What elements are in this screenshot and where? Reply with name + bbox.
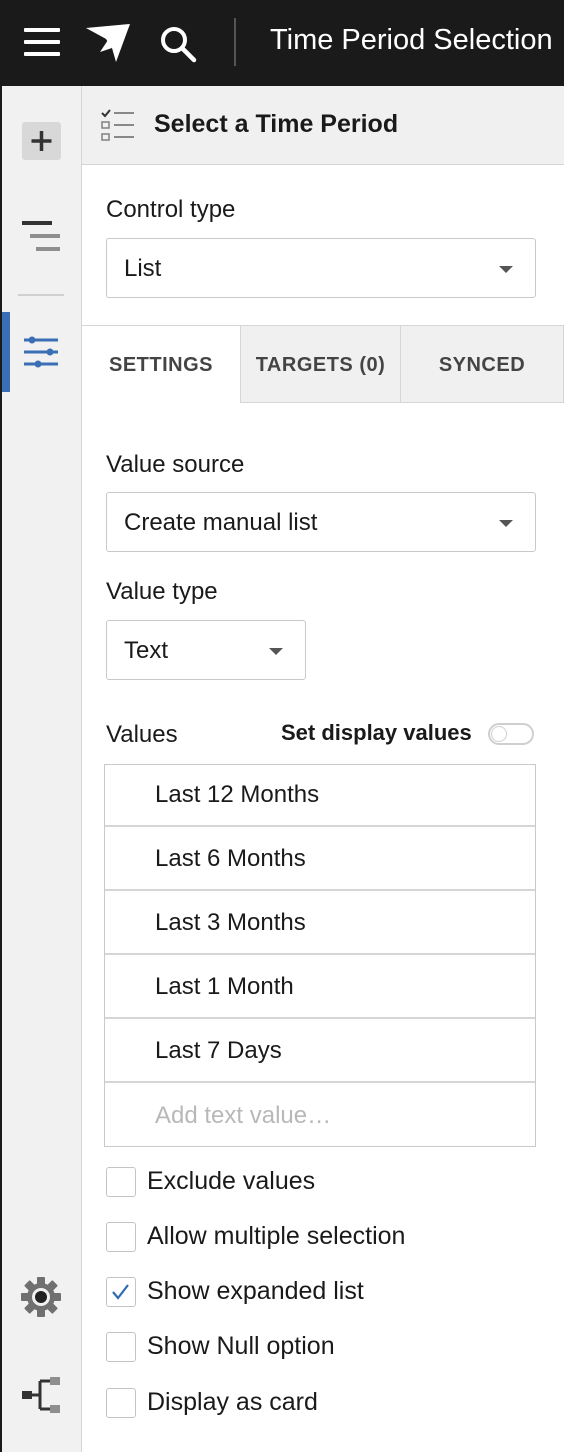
checkmark-icon: [112, 1284, 129, 1300]
top-bar: Time Period Selection: [0, 0, 564, 86]
control-type-label: Control type: [106, 196, 236, 223]
checkbox-label: Show Null option: [147, 1332, 335, 1360]
add-element-button[interactable]: [22, 122, 61, 160]
list-control-icon: [100, 108, 136, 142]
page-title: Time Period Selection: [270, 24, 553, 56]
tab-synced[interactable]: SYNCED: [401, 325, 564, 403]
tab-bar: SETTINGS TARGETS (0) SYNCED: [82, 325, 564, 403]
set-display-values-toggle[interactable]: [488, 723, 534, 745]
checkbox[interactable]: [106, 1277, 136, 1307]
checkbox-label: Show expanded list: [147, 1277, 364, 1305]
list-item[interactable]: Last 6 Months: [105, 829, 535, 891]
checkbox[interactable]: [106, 1167, 136, 1197]
list-item[interactable]: Last 7 Days: [105, 1021, 535, 1083]
add-icon: [31, 131, 52, 151]
lineage-icon[interactable]: [22, 1376, 64, 1414]
control-type-value: List: [124, 255, 162, 282]
values-label: Values: [106, 721, 178, 748]
checkbox[interactable]: [106, 1332, 136, 1362]
values-list: Last 12 Months Last 6 Months Last 3 Mont…: [104, 764, 536, 1147]
value-type-select[interactable]: Text: [106, 620, 306, 680]
checkbox-label: Allow multiple selection: [147, 1222, 406, 1250]
checkbox[interactable]: [106, 1388, 136, 1418]
list-item[interactable]: Last 12 Months: [105, 765, 535, 827]
topbar-divider: [234, 18, 236, 66]
chevron-down-icon: [499, 520, 513, 527]
search-icon[interactable]: [158, 24, 198, 64]
hamburger-icon[interactable]: [24, 26, 60, 58]
tab-targets[interactable]: TARGETS (0): [241, 325, 401, 403]
chevron-down-icon: [269, 648, 283, 655]
value-source-value: Create manual list: [124, 509, 318, 536]
checkbox-label: Exclude values: [147, 1167, 316, 1195]
toggle-knob: [491, 726, 507, 742]
panel-header: Select a Time Period: [82, 86, 564, 165]
logo-icon[interactable]: [86, 22, 132, 64]
list-item-text: Last 7 Days: [155, 1037, 282, 1064]
checkbox-label: Display as card: [147, 1388, 318, 1416]
control-type-select[interactable]: List: [106, 238, 536, 298]
active-indicator: [2, 312, 10, 392]
value-source-label: Value source: [106, 451, 245, 478]
gear-icon[interactable]: [20, 1276, 62, 1318]
value-type-label: Value type: [106, 578, 218, 605]
list-item-text: Last 1 Month: [155, 973, 294, 1000]
tab-settings[interactable]: SETTINGS: [82, 325, 241, 403]
add-text-value-input[interactable]: [105, 1085, 535, 1146]
list-item[interactable]: Last 1 Month: [105, 957, 535, 1019]
list-item[interactable]: Last 3 Months: [105, 893, 535, 955]
rail-separator: [18, 294, 64, 296]
list-item-text: Last 12 Months: [155, 781, 320, 808]
properties-panel: Select a Time Period Control type List S…: [82, 86, 564, 1452]
value-type-value: Text: [124, 637, 169, 664]
list-item-text: Last 3 Months: [155, 909, 306, 936]
properties-icon[interactable]: [22, 334, 62, 370]
value-source-select[interactable]: Create manual list: [106, 492, 536, 552]
list-item-text: Last 6 Months: [155, 845, 306, 872]
left-rail: [2, 86, 82, 1452]
checkbox[interactable]: [106, 1222, 136, 1252]
chevron-down-icon: [499, 266, 513, 273]
set-display-values-label: Set display values: [281, 720, 472, 745]
panel-title: Select a Time Period: [154, 110, 399, 138]
outline-icon[interactable]: [22, 220, 62, 254]
